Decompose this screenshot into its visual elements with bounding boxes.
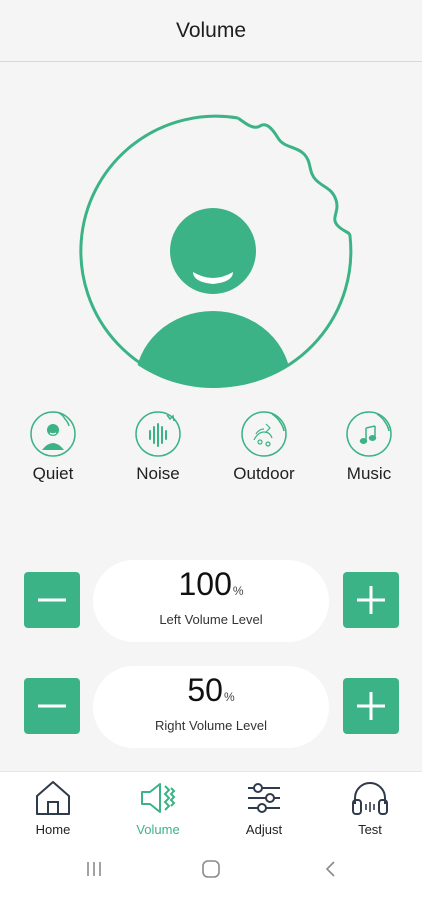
- left-volume-label: Left Volume Level: [159, 612, 263, 627]
- tab-volume[interactable]: Volume: [118, 778, 198, 837]
- left-volume-control: 100% Left Volume Level: [0, 560, 422, 644]
- speaker-icon: [141, 783, 176, 813]
- home-icon: [36, 781, 70, 815]
- person-hearing-icon: [68, 108, 358, 398]
- tab-test[interactable]: Test: [330, 778, 410, 837]
- music-note-icon: [346, 411, 392, 457]
- right-volume-value: 50: [187, 672, 223, 708]
- outdoor-icon: [241, 411, 287, 457]
- tab-home[interactable]: Home: [13, 778, 93, 837]
- headphones-icon: [352, 782, 388, 815]
- system-navigation-bar: [0, 843, 422, 900]
- home-circle-icon[interactable]: [201, 859, 221, 884]
- tab-volume-label: Volume: [136, 822, 180, 837]
- right-volume-decrease-button[interactable]: [24, 678, 80, 734]
- left-volume-unit: %: [232, 584, 244, 598]
- left-volume-value: 100: [178, 566, 232, 602]
- app-header: Volume: [0, 0, 422, 62]
- minus-icon: [38, 704, 66, 708]
- mode-quiet[interactable]: Quiet: [8, 410, 98, 484]
- mode-noise-label: Noise: [136, 464, 180, 483]
- mode-noise[interactable]: Noise: [113, 410, 203, 484]
- noise-icon: [135, 411, 181, 457]
- tab-adjust[interactable]: Adjust: [224, 778, 304, 837]
- mode-selector: Quiet Noise Outdoor Music: [0, 410, 422, 490]
- sliders-icon: [248, 783, 280, 813]
- quiet-person-icon: [30, 411, 76, 457]
- mode-outdoor-label: Outdoor: [233, 464, 295, 483]
- plus-icon: [357, 692, 385, 720]
- tab-test-label: Test: [358, 822, 382, 837]
- mode-quiet-label: Quiet: [32, 464, 74, 483]
- right-volume-display: 50% Right Volume Level: [93, 666, 329, 748]
- right-volume-control: 50% Right Volume Level: [0, 666, 422, 750]
- minus-icon: [38, 598, 66, 602]
- right-volume-label: Right Volume Level: [154, 718, 267, 733]
- mode-outdoor[interactable]: Outdoor: [219, 410, 309, 484]
- mode-music-label: Music: [346, 464, 392, 483]
- left-volume-decrease-button[interactable]: [24, 572, 80, 628]
- plus-icon: [357, 586, 385, 614]
- page-title: Volume: [175, 18, 247, 42]
- bottom-tab-bar: Home Volume Adjust Test: [0, 771, 422, 844]
- back-icon[interactable]: [321, 859, 341, 884]
- mode-music[interactable]: Music: [324, 410, 414, 484]
- tab-home-label: Home: [35, 822, 71, 837]
- tab-adjust-label: Adjust: [245, 822, 283, 837]
- left-volume-increase-button[interactable]: [343, 572, 399, 628]
- left-volume-display: 100% Left Volume Level: [93, 560, 329, 642]
- right-volume-increase-button[interactable]: [343, 678, 399, 734]
- right-volume-unit: %: [223, 690, 235, 704]
- recents-icon[interactable]: [84, 859, 104, 884]
